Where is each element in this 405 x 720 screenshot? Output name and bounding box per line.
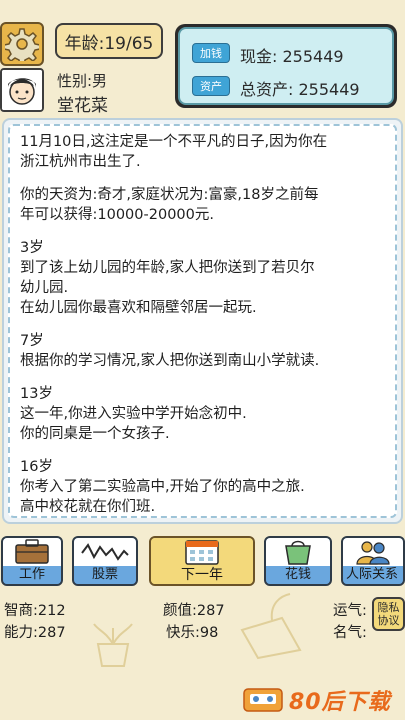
log-line: 7岁 <box>20 333 44 349</box>
plant-doodle-icon <box>93 623 133 667</box>
log-line: 幼儿园. <box>20 280 69 296</box>
total-assets-value: 总资产: 255449 <box>240 80 360 99</box>
stat-luck: 运气: <box>333 603 367 619</box>
log-line: 年可以获得:10000-20000元. <box>20 207 214 223</box>
log-line: 根据你的学习情况,家人把你送到南山小学就读. <box>20 353 320 369</box>
age-label: 年龄:19/65 <box>64 33 154 54</box>
log-line: 这一年,你进入实验中学开始念初中. <box>20 406 247 422</box>
settings-button[interactable] <box>0 22 44 66</box>
stock-chart-icon <box>81 543 129 561</box>
add-cash-button[interactable]: 加钱 <box>192 43 230 63</box>
log-entry: 11月10日,这注定是一个不平凡的日子,因为你在 浙江杭州市出生了. <box>20 132 385 172</box>
log-line: 13岁 <box>20 386 53 402</box>
boy-avatar-icon <box>2 70 42 110</box>
stocks-button[interactable]: 股票 <box>72 536 138 586</box>
briefcase-icon <box>15 539 49 564</box>
stat-iq: 智商:212 <box>4 603 66 619</box>
life-log-scroll[interactable]: 11月10日,这注定是一个不平凡的日子,因为你在 浙江杭州市出生了. 你的天资为:奇… <box>8 124 397 518</box>
privacy-button[interactable]: 隐私协议 <box>372 597 405 631</box>
action-bar: 工作 股票 下一年 花钱 人际关系 <box>0 536 405 588</box>
pot-doodle-icon <box>240 593 302 660</box>
cash-value: 现金: 255449 <box>240 47 344 66</box>
people-icon <box>356 541 390 565</box>
log-line: 在幼儿园你最喜欢和隔壁邻居一起玩. <box>20 300 257 316</box>
stat-looks: 颜值:287 <box>163 603 225 619</box>
calendar-icon <box>185 540 219 565</box>
stat-ability: 能力:287 <box>4 625 66 641</box>
stocks-label: 股票 <box>74 566 136 584</box>
spend-button[interactable]: 花钱 <box>264 536 332 586</box>
log-entry: 你的天资为:奇才,家庭状况为:富豪,18岁之前每 年可以获得:10000-2000… <box>20 185 385 225</box>
log-entry: 13岁这一年,你进入实验中学开始念初中. 你的同桌是一个女孩子. <box>20 384 385 444</box>
log-line: 你的同桌是一个女孩子. <box>20 426 170 442</box>
log-entry: 7岁根据你的学习情况,家人把你送到南山小学就读. <box>20 331 385 371</box>
watermark-text: 80后下载 <box>289 690 391 715</box>
spend-label: 花钱 <box>266 566 330 584</box>
gender-label: 性别:男 <box>57 72 108 90</box>
stat-fame: 名气: <box>333 625 367 641</box>
log-line: 到了该上幼儿园的年龄,家人把你送到了若贝尔 <box>20 260 315 276</box>
shopping-bag-icon <box>285 540 311 565</box>
work-label: 工作 <box>3 566 61 584</box>
log-line: 浙江杭州市出生了. <box>20 154 141 170</box>
gear-icon <box>5 28 39 61</box>
log-line: 16岁 <box>20 459 53 475</box>
next-year-label: 下一年 <box>151 566 253 584</box>
log-entry: 3岁到了该上幼儿园的年龄,家人把你送到了若贝尔 幼儿园. 在幼儿园你最喜欢和隔壁邻居… <box>20 238 385 318</box>
money-panel: 加钱 现金: 255449 资产 总资产: 255449 <box>175 24 397 108</box>
log-line: 你考入了第二实验高中,开始了你的高中之旅. <box>20 479 305 495</box>
log-line: 11月10日,这注定是一个不平凡的日子,因为你在 <box>20 134 328 150</box>
stat-happiness: 快乐:98 <box>166 625 219 641</box>
log-entry: 16岁你考入了第二实验高中,开始了你的高中之旅. 高中校花就在你们班. <box>20 457 385 516</box>
log-line: 3岁 <box>20 240 44 256</box>
assets-button[interactable]: 资产 <box>192 76 230 96</box>
log-line: 你的天资为:奇才,家庭状况为:富豪,18岁之前每 <box>20 187 319 203</box>
next-year-button[interactable]: 下一年 <box>149 536 255 586</box>
avatar[interactable] <box>0 68 44 112</box>
player-name: 堂花菜 <box>57 96 108 116</box>
social-button[interactable]: 人际关系 <box>341 536 405 586</box>
work-button[interactable]: 工作 <box>1 536 63 586</box>
life-log-panel: 11月10日,这注定是一个不平凡的日子,因为你在 浙江杭州市出生了. 你的天资为:奇… <box>2 118 403 524</box>
watermark: 80后下载 <box>243 684 403 716</box>
social-label: 人际关系 <box>343 566 403 584</box>
cassette-logo-icon <box>243 688 283 712</box>
log-line: 高中校花就在你们班. <box>20 499 156 515</box>
age-display: 年龄:19/65 <box>55 23 163 59</box>
